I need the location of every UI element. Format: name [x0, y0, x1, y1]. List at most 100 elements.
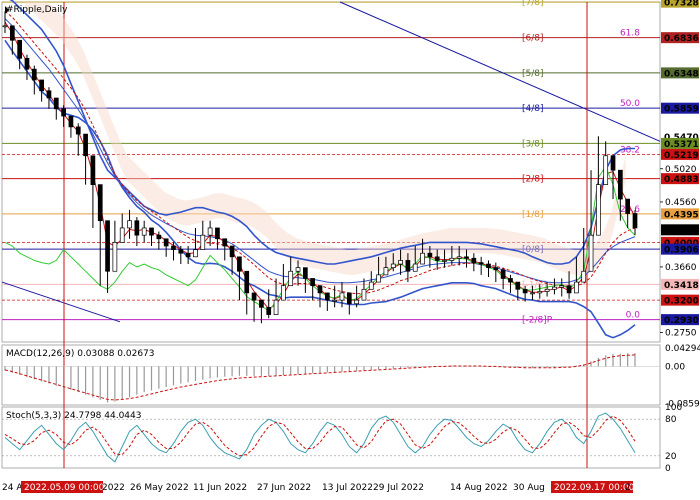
candle-body: [383, 267, 389, 276]
candle-body: [229, 245, 235, 258]
candle-body: [566, 285, 572, 294]
candle-body: [632, 213, 638, 229]
candle-body: [200, 234, 206, 250]
candle-body: [185, 252, 191, 258]
candle-body: [295, 267, 301, 272]
candle-body: [281, 285, 286, 301]
candle-body: [171, 245, 176, 250]
candle-body: [610, 155, 616, 171]
candle-body: [588, 234, 594, 272]
price-level-label: 0.6348: [664, 69, 699, 79]
candle-body: [105, 220, 110, 272]
candle-body: [420, 252, 425, 265]
stoch-tick-label: 0: [665, 464, 671, 474]
candle-body: [149, 227, 154, 236]
time-axis-label: 30 Aug: [513, 483, 545, 493]
time-axis-label: 13 Jul 2022: [322, 483, 373, 493]
candle-body: [112, 242, 118, 272]
candle-body: [163, 238, 169, 247]
candle-body: [552, 286, 557, 290]
murrey-level-label: [1/8]: [522, 210, 544, 220]
candle-body: [522, 288, 528, 294]
stoch-tick-label: 80: [665, 415, 677, 425]
candle-body: [317, 285, 323, 294]
candle-body: [39, 79, 44, 92]
candle-body: [119, 227, 125, 243]
candle-body: [493, 267, 499, 271]
price-level-label: 0.7328: [664, 0, 699, 9]
time-axis-label: 24 A: [2, 483, 23, 493]
candle-body: [61, 108, 66, 117]
stoch-tick-label: 20: [665, 452, 677, 462]
macd-label: MACD(12,26,9) 0.03088 0.02673: [6, 349, 155, 359]
candle-body: [456, 256, 462, 259]
candle-body: [332, 299, 338, 302]
time-marker-label: 2022.09.17 00:00: [554, 483, 635, 493]
price-level-label: 0.5859: [664, 105, 699, 115]
candle-body: [266, 307, 272, 315]
candle-body: [75, 126, 81, 135]
candle-body: [156, 234, 162, 240]
price-level-label: 0.4174: [664, 226, 699, 236]
time-axis-label: 2: [625, 483, 631, 493]
candle-body: [9, 25, 15, 41]
time-axis-label: 2022: [102, 483, 125, 493]
candle-body: [390, 263, 396, 268]
candle-body: [603, 155, 609, 185]
price-level-label: 0.3418: [664, 281, 699, 291]
candle-body: [500, 269, 506, 279]
candle-body: [324, 292, 330, 301]
candle-body: [398, 260, 403, 265]
candle-body: [259, 299, 264, 308]
stoch-tick-label: 100: [665, 403, 682, 413]
candle-body: [134, 220, 140, 236]
candle-body: [97, 184, 103, 222]
candle-body: [544, 288, 550, 292]
candle-body: [508, 278, 513, 283]
candle-body: [434, 256, 440, 261]
candle-body: [559, 285, 565, 288]
candle-body: [141, 227, 147, 236]
time-axis-label: 27 Jun 2022: [257, 483, 311, 493]
candle-body: [596, 184, 601, 236]
stoch-label: Stoch(5,3,3) 24.7798 44.0443: [6, 411, 141, 421]
candle-body: [581, 270, 587, 283]
candle-body: [127, 220, 132, 229]
candle-body: [442, 260, 447, 262]
candle-body: [449, 257, 455, 261]
candle-body: [83, 133, 88, 157]
candle-body: [68, 115, 74, 128]
chart-canvas: [7/8][6/8][5/8][4/8][3/8][2/8][1/8][0/8]…: [0, 0, 700, 500]
fib-level-label: 61.8: [620, 29, 640, 39]
candle-body: [46, 90, 52, 99]
price-tick-label: 0.2750: [665, 329, 697, 339]
murrey-level-label: [-1/8]: [522, 280, 547, 290]
murrey-level-label: [7/8]: [522, 0, 544, 8]
candle-body: [574, 281, 579, 294]
fib-level-label: 38.2: [620, 145, 640, 155]
candle-body: [376, 274, 381, 283]
candle-body: [346, 292, 352, 305]
price-level-label: 0.3906: [664, 246, 699, 256]
candle-body: [310, 278, 316, 287]
price-level-label: 0.5219: [664, 151, 699, 161]
candle-body: [486, 263, 491, 268]
candle-body: [354, 299, 359, 305]
candle-body: [617, 169, 623, 200]
time-axis-label: 14 Aug 2022: [450, 483, 508, 493]
time-axis-label: 11 Jun 2022: [193, 483, 247, 493]
murrey-level-label: [2/8]: [522, 175, 544, 185]
candle-body: [178, 249, 184, 254]
candle-body: [361, 288, 367, 301]
candle-body: [222, 238, 228, 247]
candle-body: [339, 292, 345, 301]
price-level-label: 0.2930: [664, 316, 699, 326]
candle-body: [515, 281, 521, 290]
chart-title: #Ripple,Daily: [6, 5, 68, 15]
price-level-label: 0.4883: [664, 175, 699, 185]
candle-body: [464, 256, 469, 259]
candle-body: [368, 281, 374, 290]
price-level-label: 0.3200: [664, 297, 699, 307]
candle-body: [302, 267, 308, 279]
macd-tick-label: 0.00: [665, 362, 685, 372]
